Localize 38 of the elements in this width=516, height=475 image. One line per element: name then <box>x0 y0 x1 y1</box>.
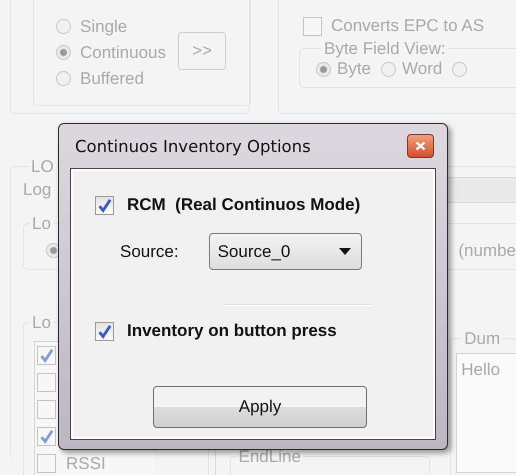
checkbox-label: Inventory on button press <box>127 321 337 341</box>
option-label: Word <box>402 59 442 79</box>
close-icon <box>415 141 426 151</box>
checkbox[interactable] <box>37 427 56 446</box>
source-dropdown[interactable]: Source_0 <box>208 233 362 270</box>
checkbox-label: Converts EPC to AS <box>331 16 484 36</box>
radio-button[interactable] <box>452 62 468 76</box>
radio-button[interactable] <box>316 62 331 76</box>
group-title: EndLine <box>238 448 302 465</box>
checkbox[interactable] <box>37 400 56 419</box>
group-title: Byte Field View: <box>323 40 447 57</box>
window-title: Continuos Inventory Options <box>75 136 311 156</box>
checkbox[interactable] <box>303 16 322 36</box>
apply-button[interactable]: Apply <box>153 386 367 428</box>
checkbox-label: RCM (Real Continuos Mode) <box>127 195 360 215</box>
group-title: LO <box>30 158 55 175</box>
option-label: Byte <box>337 59 372 79</box>
field-label: Source: <box>120 242 179 262</box>
option-label: Single <box>80 16 128 36</box>
field-label: Log <box>23 180 52 200</box>
caret-icon <box>338 248 351 255</box>
group-title: Lo <box>31 314 52 331</box>
close-button[interactable] <box>407 134 434 158</box>
checkbox[interactable] <box>37 346 56 365</box>
item-label: RSSI <box>66 454 106 473</box>
checkbox[interactable] <box>37 373 56 392</box>
group-title: Lo <box>31 215 52 232</box>
option-label: Continuous <box>80 42 166 62</box>
group-title: Dum <box>463 330 502 347</box>
option-label: (numbe <box>458 240 516 260</box>
radio-button[interactable] <box>56 71 71 86</box>
radio-button[interactable] <box>381 62 396 76</box>
option-label: Buffered <box>80 68 144 88</box>
checkbox[interactable] <box>95 322 114 340</box>
checkbox[interactable] <box>37 454 56 473</box>
radio-button[interactable] <box>56 19 71 34</box>
checkbox[interactable] <box>95 196 114 214</box>
radio-button[interactable] <box>56 45 71 60</box>
